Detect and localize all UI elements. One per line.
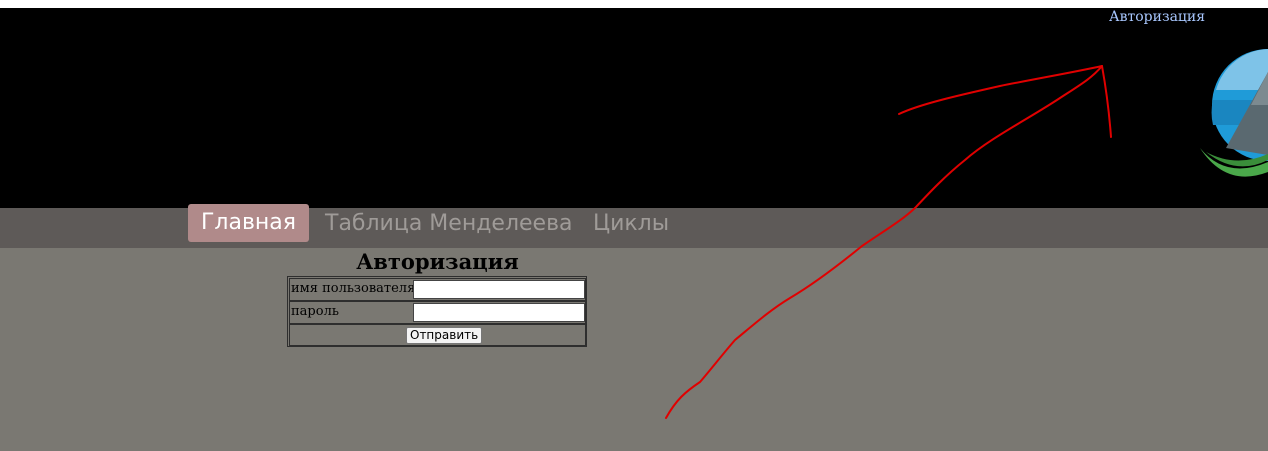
login-link[interactable]: Авторизация (1109, 9, 1205, 25)
password-input[interactable] (413, 303, 585, 322)
submit-button[interactable]: Отправить (406, 327, 483, 344)
username-input[interactable] (413, 280, 585, 299)
password-label: пароль (291, 304, 339, 319)
username-label: имя пользователя (291, 281, 416, 296)
login-form: имя пользователя пароль Отправить (287, 276, 587, 347)
nav-item-home[interactable]: Главная (188, 204, 310, 242)
nav-item-cycles[interactable]: Циклы (593, 208, 669, 248)
site-header: Авторизация (0, 8, 1268, 208)
form-title: Авторизация (356, 249, 519, 274)
nav-item-periodic-table[interactable]: Таблица Менделеева (325, 208, 573, 248)
username-row: имя пользователя (289, 278, 586, 301)
password-row: пароль (289, 301, 586, 324)
site-logo-icon (1200, 49, 1268, 177)
submit-row: Отправить (289, 324, 586, 346)
top-strip (0, 0, 1268, 8)
main-nav: Главная Таблица Менделеева Циклы (0, 204, 1268, 248)
